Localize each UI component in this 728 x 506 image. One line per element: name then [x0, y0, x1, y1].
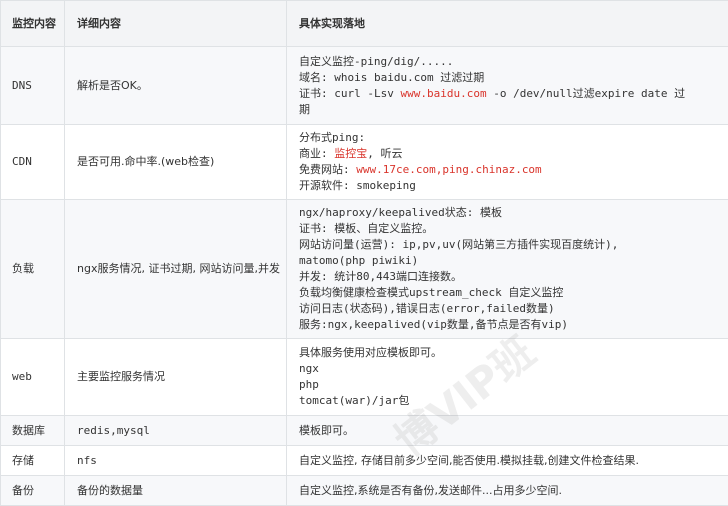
impl-line: matomo(php piwiki): [299, 253, 722, 269]
impl-line: 证书: 模板、自定义监控。: [299, 221, 722, 237]
impl-text: ngx/haproxy/keepalived状态: 模板: [299, 206, 502, 219]
impl-text: ngx: [299, 362, 319, 375]
impl-text: 访问日志(状态码),错误日志(error,failed数量): [299, 302, 555, 315]
impl-line: 模板即可。: [299, 423, 722, 439]
cell-implementation: 分布式ping:商业: 监控宝, 听云免费网站: www.17ce.com,pi…: [287, 125, 728, 200]
impl-text: 服务:ngx,keepalived(vip数量,备节点是否有vip): [299, 318, 568, 331]
cell-detail: redis,mysql: [65, 416, 287, 446]
table-row: 数据库 redis,mysql 模板即可。: [1, 416, 728, 446]
cell-item: CDN: [1, 125, 65, 200]
impl-text: 具体服务使用对应模板即可。: [299, 346, 442, 359]
table-row: web 主要监控服务情况 具体服务使用对应模板即可。 ngx php tomcat(w…: [1, 339, 728, 416]
cell-item: DNS: [1, 47, 65, 125]
impl-text: 自定义监控,系统是否有备份,发送邮件...占用多少空间.: [299, 484, 562, 497]
cell-implementation: 模板即可。: [287, 416, 728, 446]
impl-line: php: [299, 377, 722, 393]
cell-detail: ngx服务情况, 证书过期, 网站访问量,并发: [65, 200, 287, 339]
impl-line: 域名: whois baidu.com 过滤过期: [299, 70, 722, 86]
impl-line: 负载均衡健康检查模式upstream_check 自定义监控: [299, 285, 722, 301]
cell-detail: 备份的数据量: [65, 476, 287, 506]
impl-line: 自定义监控, 存储目前多少空间,能否使用.模拟挂载,创建文件检查结果.: [299, 453, 722, 469]
impl-text: 域名: whois baidu.com 过滤过期: [299, 71, 484, 84]
impl-text: , 听云: [367, 147, 402, 160]
impl-line: 分布式ping:: [299, 130, 722, 146]
link-text[interactable]: www.baidu.com: [400, 87, 486, 100]
impl-text: 模板即可。: [299, 424, 354, 437]
cell-item: 存储: [1, 446, 65, 476]
impl-text: php: [299, 378, 319, 391]
link-text[interactable]: www.17ce.com,ping.chinaz.com: [356, 163, 541, 176]
cell-implementation: 自定义监控,系统是否有备份,发送邮件...占用多少空间.: [287, 476, 728, 506]
impl-line: 自定义监控,系统是否有备份,发送邮件...占用多少空间.: [299, 483, 722, 499]
impl-text: 分布式ping:: [299, 131, 365, 144]
cell-item: 负载: [1, 200, 65, 339]
impl-text: 网站访问量(运营): ip,pv,uv(网站第三方插件实现百度统计),: [299, 238, 618, 251]
cell-detail: 是否可用.命中率.(web检查): [65, 125, 287, 200]
monitoring-table: 监控内容 详细内容 具体实现落地 DNS 解析是否OK。 自定义监控-ping/…: [0, 0, 728, 506]
impl-line: 商业: 监控宝, 听云: [299, 146, 722, 162]
impl-text: 免费网站:: [299, 163, 356, 176]
impl-text: 自定义监控-ping/dig/.....: [299, 55, 453, 68]
impl-line: ngx/haproxy/keepalived状态: 模板: [299, 205, 722, 221]
cell-implementation: 自定义监控, 存储目前多少空间,能否使用.模拟挂载,创建文件检查结果.: [287, 446, 728, 476]
impl-text: matomo(php piwiki): [299, 254, 418, 267]
impl-text: tomcat(war)/jar包: [299, 394, 409, 407]
impl-text: 期: [299, 103, 310, 116]
impl-line: 网站访问量(运营): ip,pv,uv(网站第三方插件实现百度统计),: [299, 237, 722, 253]
header-monitor-item: 监控内容: [1, 1, 65, 47]
cell-item: 数据库: [1, 416, 65, 446]
impl-text: 开源软件: smokeping: [299, 179, 416, 192]
table-header-row: 监控内容 详细内容 具体实现落地: [1, 1, 728, 47]
cell-implementation: ngx/haproxy/keepalived状态: 模板证书: 模板、自定义监控…: [287, 200, 728, 339]
impl-text: 证书: curl -Lsv: [299, 87, 400, 100]
table-row: 负载 ngx服务情况, 证书过期, 网站访问量,并发 ngx/haproxy/k…: [1, 200, 728, 339]
cell-detail: 主要监控服务情况: [65, 339, 287, 416]
impl-line: 访问日志(状态码),错误日志(error,failed数量): [299, 301, 722, 317]
impl-line: 开源软件: smokeping: [299, 178, 722, 194]
cell-item: web: [1, 339, 65, 416]
link-text[interactable]: 监控宝: [334, 147, 367, 160]
cell-item: 备份: [1, 476, 65, 506]
table-row: 存储 nfs 自定义监控, 存储目前多少空间,能否使用.模拟挂载,创建文件检查结…: [1, 446, 728, 476]
impl-text: -o /dev/null过滤expire date 过: [487, 87, 686, 100]
impl-line: 并发: 统计80,443端口连接数。: [299, 269, 722, 285]
header-implementation: 具体实现落地: [287, 1, 728, 47]
table-row: 备份 备份的数据量 自定义监控,系统是否有备份,发送邮件...占用多少空间.: [1, 476, 728, 506]
table-row: DNS 解析是否OK。 自定义监控-ping/dig/..... 域名: whoi…: [1, 47, 728, 125]
header-detail: 详细内容: [65, 1, 287, 47]
impl-line: 服务:ngx,keepalived(vip数量,备节点是否有vip): [299, 317, 722, 333]
impl-line: 期: [299, 102, 722, 118]
cell-implementation: 具体服务使用对应模板即可。 ngx php tomcat(war)/jar包: [287, 339, 728, 416]
cell-implementation: 自定义监控-ping/dig/..... 域名: whois baidu.com …: [287, 47, 728, 125]
cell-detail: 解析是否OK。: [65, 47, 287, 125]
table-row: CDN 是否可用.命中率.(web检查) 分布式ping: 商业: 监控宝, 听云…: [1, 125, 728, 200]
impl-text: 自定义监控, 存储目前多少空间,能否使用.模拟挂载,创建文件检查结果.: [299, 454, 639, 467]
impl-line: 自定义监控-ping/dig/.....: [299, 54, 722, 70]
impl-text: 负载均衡健康检查模式upstream_check 自定义监控: [299, 286, 563, 299]
impl-line: 免费网站: www.17ce.com,ping.chinaz.com: [299, 162, 722, 178]
impl-line: tomcat(war)/jar包: [299, 393, 722, 409]
impl-line: 具体服务使用对应模板即可。: [299, 345, 722, 361]
impl-line: 证书: curl -Lsv www.baidu.com -o /dev/null…: [299, 86, 722, 102]
impl-line: ngx: [299, 361, 722, 377]
impl-text: 并发: 统计80,443端口连接数。: [299, 270, 462, 283]
impl-text: 商业:: [299, 147, 334, 160]
impl-text: 证书: 模板、自定义监控。: [299, 222, 433, 235]
cell-detail: nfs: [65, 446, 287, 476]
